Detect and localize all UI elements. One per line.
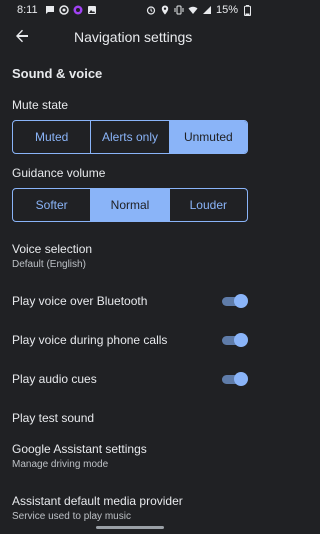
assistant-settings-title: Google Assistant settings (12, 442, 147, 456)
battery-icon (242, 4, 252, 16)
signal-icon (202, 5, 212, 15)
toggle-row-audio-cues[interactable]: Play audio cues (0, 359, 260, 398)
message-icon (45, 5, 55, 15)
media-provider-subtitle: Service used to play music (12, 511, 131, 522)
toggle-row-bluetooth[interactable]: Play voice over Bluetooth (0, 282, 260, 320)
play-test-sound-row[interactable]: Play test sound (0, 398, 260, 437)
battery-percent: 15% (215, 4, 238, 16)
audio-cues-toggle[interactable] (222, 371, 248, 386)
mute-state-selector: Muted Alerts only Unmuted (12, 120, 248, 154)
toggle-label-audio-cues: Play audio cues (12, 371, 97, 386)
play-test-sound-label: Play test sound (12, 410, 95, 425)
location-icon (160, 5, 170, 15)
toggle-label-phone-calls: Play voice during phone calls (12, 332, 168, 347)
media-provider-title: Assistant default media provider (12, 494, 183, 508)
status-left: 8:11 (17, 4, 97, 16)
voice-selection-row[interactable]: Voice selection Default (English) (0, 239, 260, 273)
section-title: Sound & voice (12, 66, 103, 81)
status-bar: 8:11 15% (0, 0, 260, 20)
wifi-icon (188, 5, 198, 15)
home-indicator[interactable] (96, 526, 164, 529)
circle-app-icon (73, 5, 83, 15)
image-icon (87, 5, 97, 15)
volume-option-softer[interactable]: Softer (13, 189, 92, 221)
voice-selection-subtitle: Default (English) (12, 259, 86, 270)
bluetooth-voice-toggle[interactable] (222, 294, 248, 308)
mute-state-label: Mute state (12, 98, 69, 112)
volume-option-normal[interactable]: Normal (91, 189, 170, 221)
media-provider-row[interactable]: Assistant default media provider Service… (0, 491, 260, 525)
status-time: 8:11 (17, 4, 38, 16)
circle-dot-icon (58, 5, 69, 15)
page-title: Navigation settings (74, 29, 193, 45)
toggle-row-phone-calls[interactable]: Play voice during phone calls (0, 320, 260, 359)
app-bar: Navigation settings (0, 20, 260, 56)
vibrate-icon (174, 5, 184, 15)
alarm-icon (146, 5, 156, 15)
voice-selection-title: Voice selection (12, 242, 93, 256)
volume-option-louder[interactable]: Louder (170, 189, 247, 221)
mute-option-unmuted[interactable]: Unmuted (169, 121, 247, 153)
mute-option-muted[interactable]: Muted (13, 121, 92, 153)
toggle-label-bluetooth: Play voice over Bluetooth (12, 294, 148, 308)
guidance-volume-selector: Softer Normal Louder (12, 188, 248, 222)
assistant-settings-row[interactable]: Google Assistant settings Manage driving… (0, 437, 260, 475)
arrow-back-icon (14, 28, 30, 49)
assistant-settings-subtitle: Manage driving mode (12, 459, 109, 470)
status-right: 15% (146, 4, 252, 16)
phone-calls-voice-toggle[interactable] (222, 332, 248, 347)
guidance-volume-label: Guidance volume (12, 166, 106, 180)
back-button[interactable] (8, 24, 36, 52)
mute-option-alerts-only[interactable]: Alerts only (91, 121, 170, 153)
